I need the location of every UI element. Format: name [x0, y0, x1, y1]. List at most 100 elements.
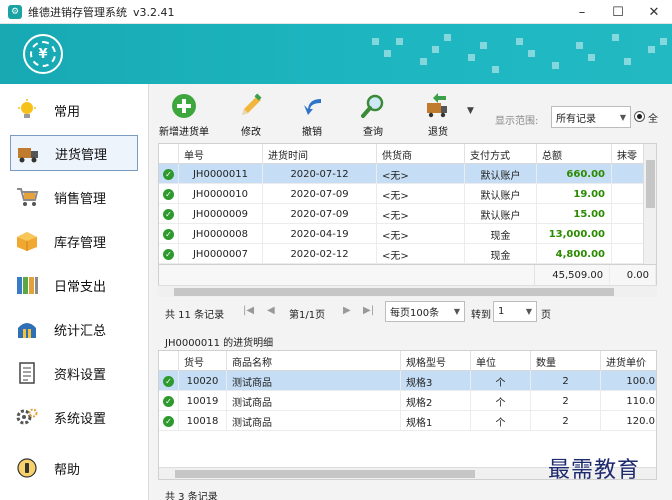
version-text: v3.2.41	[133, 5, 175, 19]
first-page-icon[interactable]: |◀	[243, 305, 254, 316]
col-rounding[interactable]: 抹零	[612, 144, 644, 164]
payment-cell: 现金	[465, 244, 537, 264]
chevron-down-icon: ▼	[619, 112, 627, 122]
query-button[interactable]: 查询	[359, 92, 387, 140]
undo-button[interactable]: 撤销	[298, 92, 326, 140]
return-dropdown-chevron-icon[interactable]: ▼	[467, 106, 474, 116]
check-icon: ✓	[163, 168, 174, 180]
goto-label: 转到	[471, 310, 491, 321]
maximize-button[interactable]: ☐	[600, 0, 636, 24]
last-page-icon[interactable]: ▶|	[363, 305, 374, 316]
check-icon: ✓	[163, 228, 174, 240]
spec-cell: 规格3	[401, 371, 471, 391]
unit-cell: 个	[471, 371, 531, 391]
table-row[interactable]: ✓ JH0000011 2020-07-12 <无> 默认账户 660.00	[159, 164, 644, 184]
page-indicator: 第1/1页	[289, 310, 326, 321]
quantity-cell: 2	[531, 371, 601, 391]
col-product-name[interactable]: 商品名称	[227, 351, 401, 371]
orders-summary-row: 45,509.00 0.00	[158, 264, 657, 286]
edit-button[interactable]: 修改	[237, 92, 265, 140]
total-cell: 13,000.00	[537, 224, 612, 244]
next-page-icon[interactable]: ▶	[343, 305, 351, 316]
sidebar-item-label: 统计汇总	[54, 323, 107, 339]
col-supplier[interactable]: 供货商	[377, 144, 465, 164]
close-button[interactable]: ✕	[636, 0, 672, 24]
sidebar-item-stats[interactable]: 统计汇总	[10, 311, 138, 347]
col-unit-price[interactable]: 进货单价	[601, 351, 656, 371]
table-row[interactable]: ✓ JH0000007 2020-02-12 <无> 现金 4,800.00	[159, 244, 644, 264]
check-icon: ✓	[163, 395, 174, 407]
check-icon: ✓	[163, 415, 174, 427]
date-cell: 2020-07-09	[263, 204, 377, 224]
order-id-cell: JH0000007	[179, 244, 263, 264]
chevron-down-icon: ▼	[453, 307, 461, 316]
minimize-icon: –	[578, 4, 586, 20]
sidebar-item-system-settings[interactable]: 系统设置	[10, 399, 138, 435]
table-row[interactable]: ✓ JH0000008 2020-04-19 <无> 现金 13,000.00	[159, 224, 644, 244]
table-row[interactable]: ✓ JH0000010 2020-07-09 <无> 默认账户 19.00	[159, 184, 644, 204]
payment-cell: 默认账户	[465, 184, 537, 204]
building-icon	[14, 316, 40, 342]
all-radio-label: 全	[648, 114, 658, 125]
prev-page-icon[interactable]: ◀	[267, 305, 275, 316]
main-panel: 新增进货单 修改 撤销 查询 退货 ▼ 显示范围: 所有记录 ▼ 全 单号 进货…	[148, 84, 672, 500]
truck-icon	[15, 140, 41, 166]
col-spec[interactable]: 规格型号	[401, 351, 471, 371]
order-id-cell: JH0000011	[179, 164, 263, 184]
search-icon	[359, 92, 387, 120]
sidebar-item-common[interactable]: 常用	[10, 92, 138, 128]
range-select-value: 所有记录	[556, 113, 596, 125]
col-order-id[interactable]: 单号	[179, 144, 263, 164]
per-page-select[interactable]: 每页100条 ▼	[385, 301, 465, 322]
range-label: 显示范围:	[495, 116, 539, 127]
orders-vertical-scrollbar[interactable]	[643, 144, 656, 264]
payment-cell: 默认账户	[465, 164, 537, 184]
col-total[interactable]: 总额	[537, 144, 612, 164]
col-item-code[interactable]: 货号	[179, 351, 227, 371]
unit-cell: 个	[471, 391, 531, 411]
date-cell: 2020-02-12	[263, 244, 377, 264]
sidebar-item-purchase[interactable]: 进货管理	[10, 135, 138, 171]
cart-icon	[14, 184, 40, 210]
sidebar-item-expense[interactable]: 日常支出	[10, 267, 138, 303]
sidebar-item-help[interactable]: 帮助	[10, 450, 138, 486]
maximize-icon: ☐	[612, 4, 624, 20]
minimize-button[interactable]: –	[564, 0, 600, 24]
table-row[interactable]: ✓ 10019 测试商品 规格2 个 2 110.0	[159, 391, 656, 411]
col-purchase-time[interactable]: 进货时间	[263, 144, 377, 164]
sidebar-item-data-settings[interactable]: 资料设置	[10, 355, 138, 391]
sidebar-item-label: 销售管理	[54, 191, 107, 207]
window-title-text: 维德进销存管理系统	[28, 5, 127, 19]
app-icon: ⚙	[8, 4, 22, 19]
sidebar-item-inventory[interactable]: 库存管理	[10, 223, 138, 259]
new-purchase-button[interactable]: 新增进货单	[159, 92, 209, 140]
sidebar-item-label: 资料设置	[54, 367, 107, 383]
undo-arrow-icon	[298, 92, 326, 120]
all-radio[interactable]	[634, 111, 645, 122]
col-unit[interactable]: 单位	[471, 351, 531, 371]
order-id-cell: JH0000008	[179, 224, 263, 244]
sidebar-item-sales[interactable]: 销售管理	[10, 179, 138, 215]
return-button[interactable]: 退货	[424, 92, 452, 140]
unit-price-cell: 110.0	[601, 391, 656, 411]
pencil-icon	[237, 92, 265, 120]
col-payment[interactable]: 支付方式	[465, 144, 537, 164]
quantity-cell: 2	[531, 411, 601, 431]
help-icon	[14, 455, 40, 481]
sidebar-item-label: 系统设置	[54, 411, 107, 427]
range-select[interactable]: 所有记录 ▼	[551, 106, 631, 128]
sidebar-item-label: 库存管理	[54, 235, 107, 251]
quantity-cell: 2	[531, 391, 601, 411]
unit-price-cell: 120.0	[601, 411, 656, 431]
item-code-cell: 10018	[179, 411, 227, 431]
table-row[interactable]: ✓ JH0000009 2020-07-09 <无> 默认账户 15.00	[159, 204, 644, 224]
col-quantity[interactable]: 数量	[531, 351, 601, 371]
item-code-cell: 10019	[179, 391, 227, 411]
table-row[interactable]: ✓ 10020 测试商品 规格3 个 2 100.0	[159, 371, 656, 391]
total-cell: 660.00	[537, 164, 612, 184]
banner-decoration	[332, 24, 672, 84]
table-row[interactable]: ✓ 10018 测试商品 规格1 个 2 120.0	[159, 411, 656, 431]
check-icon: ✓	[163, 188, 174, 200]
order-id-cell: JH0000009	[179, 204, 263, 224]
goto-page-select[interactable]: 1 ▼	[493, 301, 537, 322]
